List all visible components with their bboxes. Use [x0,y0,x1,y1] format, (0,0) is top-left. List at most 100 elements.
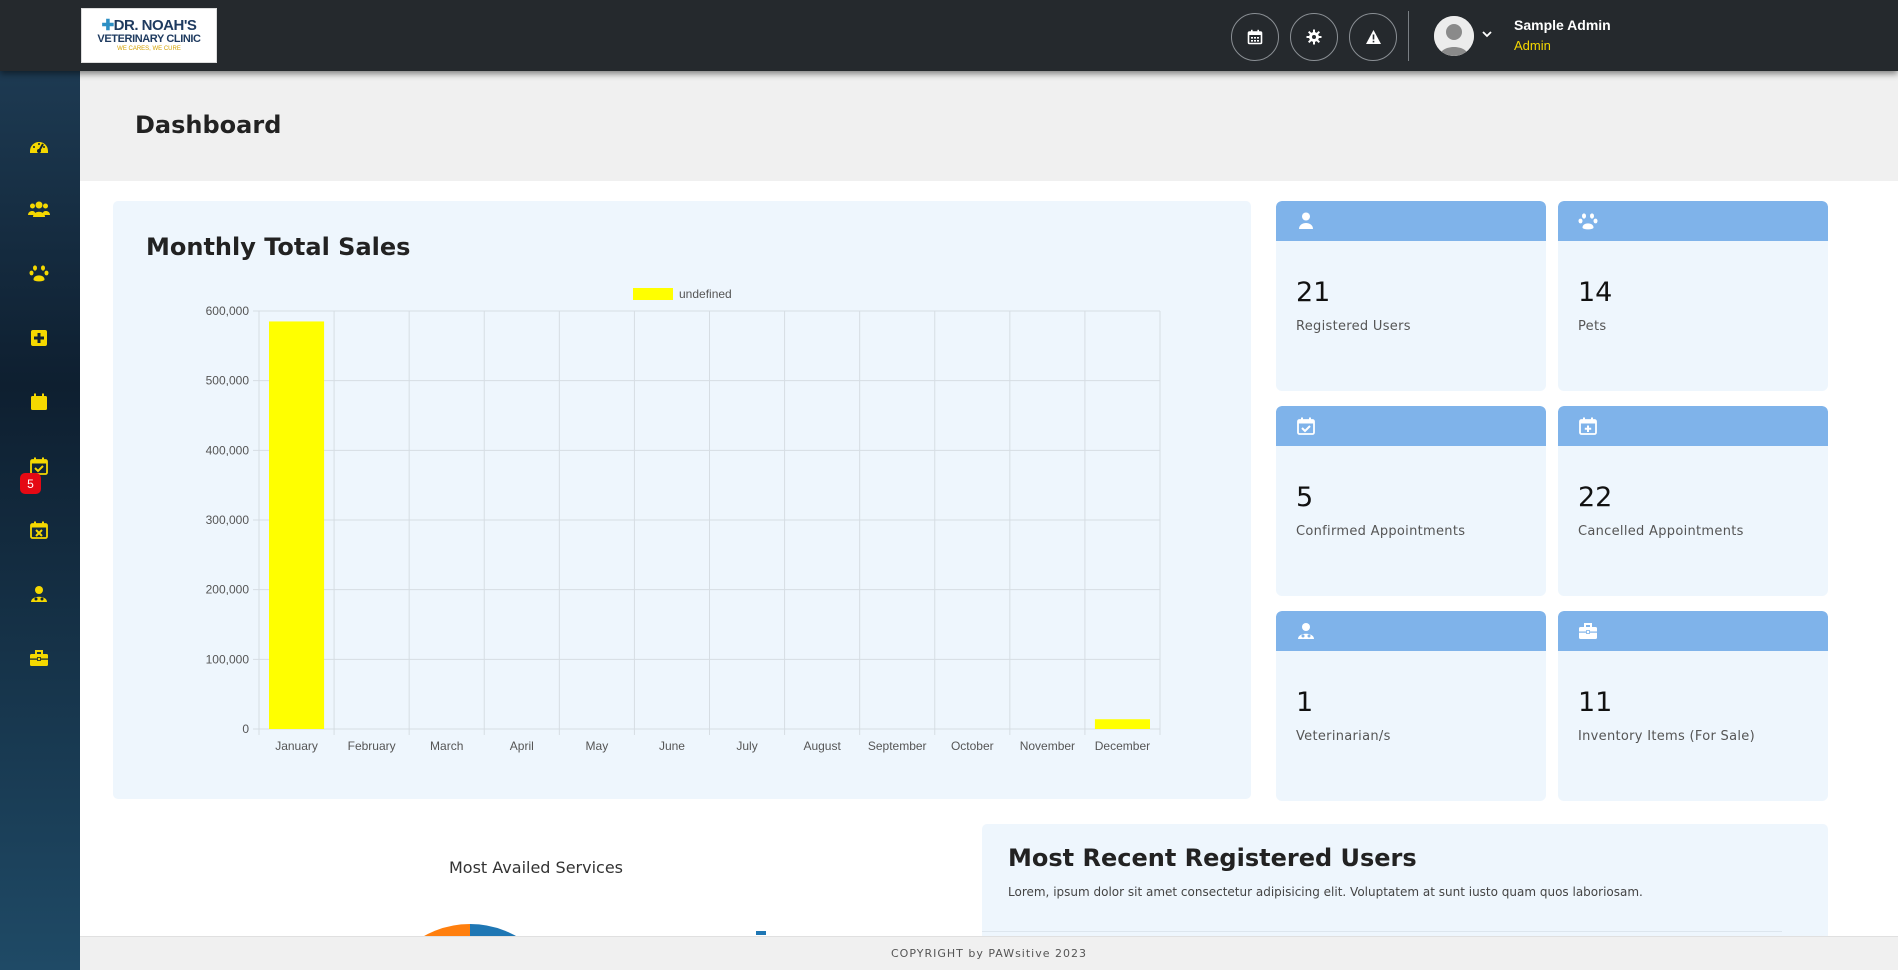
sales-bar [1094,719,1150,729]
stat-value: 14 [1578,277,1613,308]
cross-icon: ✚ [101,17,115,34]
medical-plus-icon [31,330,47,346]
stat-card-registered-users[interactable]: 21 Registered Users [1276,201,1546,391]
stat-card-pets[interactable]: 14 Pets [1558,201,1828,391]
x-tick-label: February [348,739,396,753]
logo-line2: VETERINARY CLINIC [97,33,201,45]
x-tick-label: July [736,739,757,753]
logo-line3: WE CARES, WE CURE [117,46,181,52]
user-avatar[interactable] [1434,16,1474,56]
y-tick-label: 300,000 [206,513,250,527]
services-legend-swatch [756,931,766,935]
services-pie-chart [420,923,520,938]
x-tick-label: April [510,739,534,753]
gear-icon [1306,29,1322,45]
sidebar-item-pets[interactable] [28,262,50,284]
stat-card-cancelled-appointments[interactable]: 22 Cancelled Appointments [1558,406,1828,596]
calendar-plus-icon [1579,417,1597,435]
x-tick-label: March [430,739,463,753]
stat-card-header [1558,611,1828,651]
stat-label: Pets [1578,319,1607,334]
y-tick-label: 500,000 [206,374,250,388]
clinic-logo[interactable]: ✚DR. NOAH'S VETERINARY CLINIC WE CARES, … [81,8,217,63]
paw-icon [1578,213,1598,230]
stat-value: 1 [1296,687,1314,718]
paw-icon [29,265,49,282]
stat-card-header [1276,406,1546,446]
x-tick-label: November [1020,739,1075,753]
sidebar-item-dashboard[interactable] [28,135,50,157]
stat-value: 22 [1578,482,1613,513]
top-navbar: ✚DR. NOAH'S VETERINARY CLINIC WE CARES, … [0,0,1898,71]
calendar-icon [1247,29,1263,45]
stat-label: Inventory Items (For Sale) [1578,729,1755,744]
sales-bar [269,321,325,729]
stat-card-header [1276,611,1546,651]
y-tick-label: 600,000 [206,304,250,318]
stat-value: 11 [1578,687,1613,718]
stat-card-veterinarians[interactable]: 1 Veterinarian/s [1276,611,1546,801]
sidebar: 5 [0,71,80,970]
stat-label: Registered Users [1296,319,1411,334]
stat-card-header [1276,201,1546,241]
recent-users-subtitle: Lorem, ipsum dolor sit amet consectetur … [1008,885,1643,899]
dashboard-gauge-icon [30,142,48,153]
stat-card-inventory[interactable]: 11 Inventory Items (For Sale) [1558,611,1828,801]
calendar-check-icon [1297,417,1315,435]
recent-users-title: Most Recent Registered Users [1008,844,1417,872]
stat-label: Cancelled Appointments [1578,524,1744,539]
stat-card-confirmed-appointments[interactable]: 5 Confirmed Appointments [1276,406,1546,596]
user-icon [1299,212,1313,229]
footer: COPYRIGHT by PAWsitive 2023 [80,936,1898,970]
x-tick-label: January [275,739,318,753]
calendar-x-icon [30,521,48,539]
chevron-down-icon[interactable] [1481,29,1493,39]
stat-card-header [1558,406,1828,446]
y-tick-label: 0 [242,722,249,736]
user-role: Admin [1514,38,1551,53]
sidebar-item-inventory[interactable] [28,647,50,669]
briefcase-icon [1579,623,1597,639]
navbar-divider [1408,11,1409,61]
legend-label: undefined [679,287,732,301]
sidebar-item-users[interactable] [28,198,50,220]
users-icon [28,201,50,217]
avatar-icon [1434,16,1474,56]
copyright-text: COPYRIGHT by PAWsitive 2023 [891,947,1087,960]
stat-card-header [1558,201,1828,241]
sidebar-item-services[interactable] [28,327,50,349]
stat-value: 5 [1296,482,1314,513]
sidebar-item-appointments[interactable] [28,391,50,413]
briefcase-icon [30,650,48,666]
x-tick-label: June [659,739,685,753]
veterinarian-icon [31,586,47,602]
recent-users-table-border [982,931,1782,932]
stat-label: Confirmed Appointments [1296,524,1466,539]
sales-chart-card: Monthly Total Sales 0 100,000 200,000 300,0… [113,201,1251,799]
services-chart-title: Most Availed Services [449,858,624,877]
y-tick-label: 100,000 [206,652,250,666]
stat-value: 21 [1296,277,1331,308]
alerts-button[interactable] [1349,13,1397,61]
x-tick-label: August [803,739,841,753]
x-tick-label: December [1095,739,1150,753]
sidebar-item-cancelled[interactable] [28,519,50,541]
x-tick-label: September [868,739,927,753]
appointments-icon [31,393,47,410]
appointments-badge: 5 [20,473,41,494]
settings-button[interactable] [1290,13,1338,61]
legend-swatch [633,288,673,300]
sidebar-item-veterinarians[interactable] [28,583,50,605]
x-tick-label: October [951,739,994,753]
stat-label: Veterinarian/s [1296,729,1391,744]
logo-line1: DR. NOAH'S [113,17,197,34]
veterinarian-icon [1298,623,1314,639]
warning-icon [1365,30,1381,44]
calendar-button[interactable] [1231,13,1279,61]
y-tick-label: 400,000 [206,443,250,457]
page-title: Dashboard [135,111,282,139]
sales-bar-chart: 0 100,000 200,000 300,000 400,000 500,000 600,… [206,287,1161,753]
x-tick-label: May [586,739,609,753]
page-header: Dashboard [80,71,1898,181]
user-name[interactable]: Sample Admin [1514,17,1611,33]
